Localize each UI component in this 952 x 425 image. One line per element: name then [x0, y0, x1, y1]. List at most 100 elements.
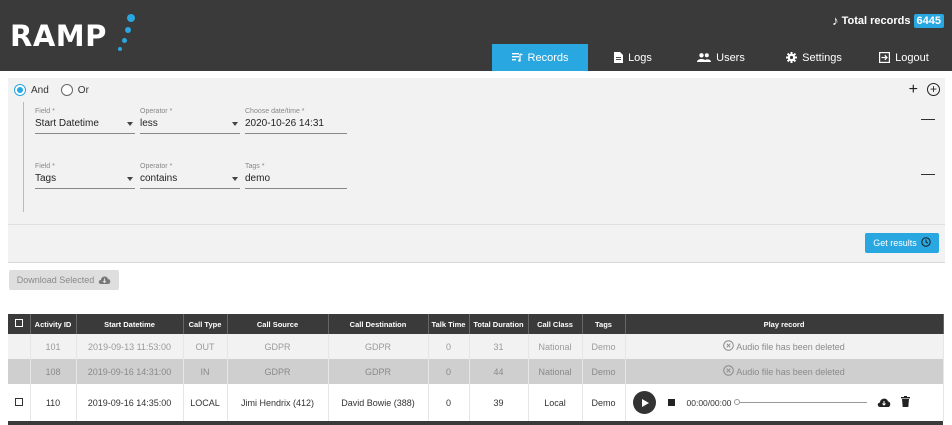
stop-icon[interactable] — [667, 399, 675, 406]
get-results-label: Get results — [873, 238, 917, 248]
cell-type: LOCAL — [183, 384, 228, 421]
cell-talk-time: 0 — [428, 359, 470, 384]
gear-icon — [786, 52, 798, 63]
document-icon — [614, 52, 624, 63]
datetime-input[interactable]: Choose date/time * 2020-10-26 14:31 — [245, 108, 347, 134]
cell-duration: 39 — [469, 384, 529, 421]
caret-down-icon — [232, 122, 238, 126]
cell-duration: 44 — [469, 359, 529, 384]
operator-value: less — [140, 118, 158, 129]
cell-source: Jimi Hendrix (412) — [227, 384, 329, 421]
logic-selector: And Or — [14, 84, 89, 96]
column-header[interactable]: Talk Time — [428, 314, 470, 334]
table-row[interactable]: 108 2019-09-16 14:31:00 IN GDPR GDPR 0 4… — [8, 359, 944, 384]
column-header[interactable]: Play record — [625, 314, 944, 334]
column-header[interactable]: Total Duration — [469, 314, 529, 334]
get-results-button[interactable]: Get results — [865, 233, 939, 253]
column-header[interactable]: Activity ID — [30, 314, 77, 334]
nav-logout[interactable]: Logout — [864, 44, 944, 71]
cell-type: OUT — [183, 334, 228, 359]
nav-records-label: Records — [527, 51, 569, 64]
table-header-row: Activity ID Start Datetime Call Type Cal… — [8, 314, 944, 334]
nav-logs[interactable]: Logs — [588, 44, 678, 71]
value-label: Tags * — [245, 163, 265, 170]
checkbox-icon — [14, 319, 23, 327]
operator-select[interactable]: Operator * contains — [140, 163, 240, 189]
column-header[interactable]: Call Destination — [328, 314, 429, 334]
and-radio[interactable]: And — [14, 84, 49, 96]
nav-logout-label: Logout — [895, 51, 929, 64]
ramp-logo[interactable]: RAMP — [10, 14, 150, 58]
cell-activity-id: 108 — [30, 359, 77, 384]
nav-users[interactable]: Users — [678, 44, 764, 71]
value-text: 2020-10-26 14:31 — [245, 117, 347, 134]
cloud-download-icon — [98, 275, 111, 286]
table-bottom-border — [8, 421, 943, 425]
main-nav: Records Logs Users Settings Logout — [492, 44, 944, 71]
records-table: Activity ID Start Datetime Call Type Cal… — [8, 314, 944, 421]
column-header[interactable]: Start Datetime — [76, 314, 184, 334]
filter-panel: And Or + + Field * Start Datetime Operat… — [8, 78, 945, 263]
total-records-count: 6445 — [913, 13, 944, 28]
row-checkbox[interactable] — [8, 384, 31, 421]
cell-source: GDPR — [227, 359, 329, 384]
column-header[interactable]: Call Class — [528, 314, 583, 334]
nav-records[interactable]: Records — [492, 44, 588, 71]
field-value: Start Datetime — [35, 118, 99, 129]
radio-checked-icon — [14, 84, 26, 96]
cell-start: 2019-09-16 14:31:00 — [76, 359, 184, 384]
cell-class: National — [528, 334, 583, 359]
operator-select[interactable]: Operator * less — [140, 108, 240, 134]
total-records-label: Total records — [841, 14, 911, 27]
users-icon — [697, 53, 712, 62]
operator-label: Operator * — [140, 108, 173, 115]
column-header[interactable]: Call Source — [227, 314, 329, 334]
audio-deleted-notice: Audio file has been deleted — [723, 340, 845, 353]
play-button[interactable] — [632, 391, 656, 414]
cell-start: 2019-09-16 14:35:00 — [76, 384, 184, 421]
total-records: ♪ Total records 6445 — [832, 13, 944, 28]
filter-rule: Field * Start Datetime Operator * less C… — [35, 108, 355, 148]
tags-input[interactable]: Tags * demo — [245, 163, 347, 189]
cell-source: GDPR — [227, 334, 329, 359]
audio-player: 00:00/00:00 — [626, 384, 943, 421]
nav-settings[interactable]: Settings — [764, 44, 864, 71]
table-row[interactable]: 110 2019-09-16 14:35:00 LOCAL Jimi Hendr… — [8, 384, 944, 421]
value-label: Choose date/time * — [245, 108, 305, 115]
cell-activity-id: 101 — [30, 334, 77, 359]
filter-divider — [8, 224, 945, 225]
cell-destination: GDPR — [328, 359, 429, 384]
or-radio[interactable]: Or — [60, 84, 89, 96]
cell-tags: Demo — [582, 359, 626, 384]
add-rule-icon[interactable]: + — [909, 82, 918, 98]
and-label: And — [31, 84, 49, 96]
download-selected-label: Download Selected — [16, 275, 95, 285]
remove-rule-icon[interactable]: — — [921, 165, 935, 181]
table-row[interactable]: 101 2019-09-13 11:53:00 OUT GDPR GDPR 0 … — [8, 334, 944, 359]
cell-duration: 31 — [469, 334, 529, 359]
logout-icon — [879, 52, 891, 63]
column-header[interactable]: Call Type — [183, 314, 228, 334]
seek-knob[interactable] — [734, 399, 741, 405]
filter-rule: Field * Tags Operator * contains Tags * … — [35, 163, 355, 203]
column-header[interactable]: Tags — [582, 314, 626, 334]
caret-down-icon — [127, 122, 133, 126]
seek-slider[interactable] — [734, 399, 868, 405]
cell-tags: Demo — [582, 334, 626, 359]
radio-unchecked-icon — [60, 84, 73, 96]
field-select[interactable]: Field * Start Datetime — [35, 108, 135, 134]
add-group-icon[interactable]: + — [927, 83, 940, 96]
cell-activity-id: 110 — [30, 384, 77, 421]
cell-destination: GDPR — [328, 334, 429, 359]
remove-rule-icon[interactable]: — — [921, 110, 935, 126]
rule-group-bar — [23, 102, 24, 212]
download-selected-button[interactable]: Download Selected — [9, 270, 119, 290]
field-select[interactable]: Field * Tags — [35, 163, 135, 189]
caret-down-icon — [127, 177, 133, 181]
operator-value: contains — [140, 173, 178, 184]
or-label: Or — [77, 84, 89, 96]
cloud-download-icon[interactable] — [877, 397, 891, 409]
trash-icon[interactable] — [901, 396, 911, 409]
select-all-checkbox[interactable] — [8, 314, 31, 334]
player-time: 00:00/00:00 — [686, 397, 732, 408]
